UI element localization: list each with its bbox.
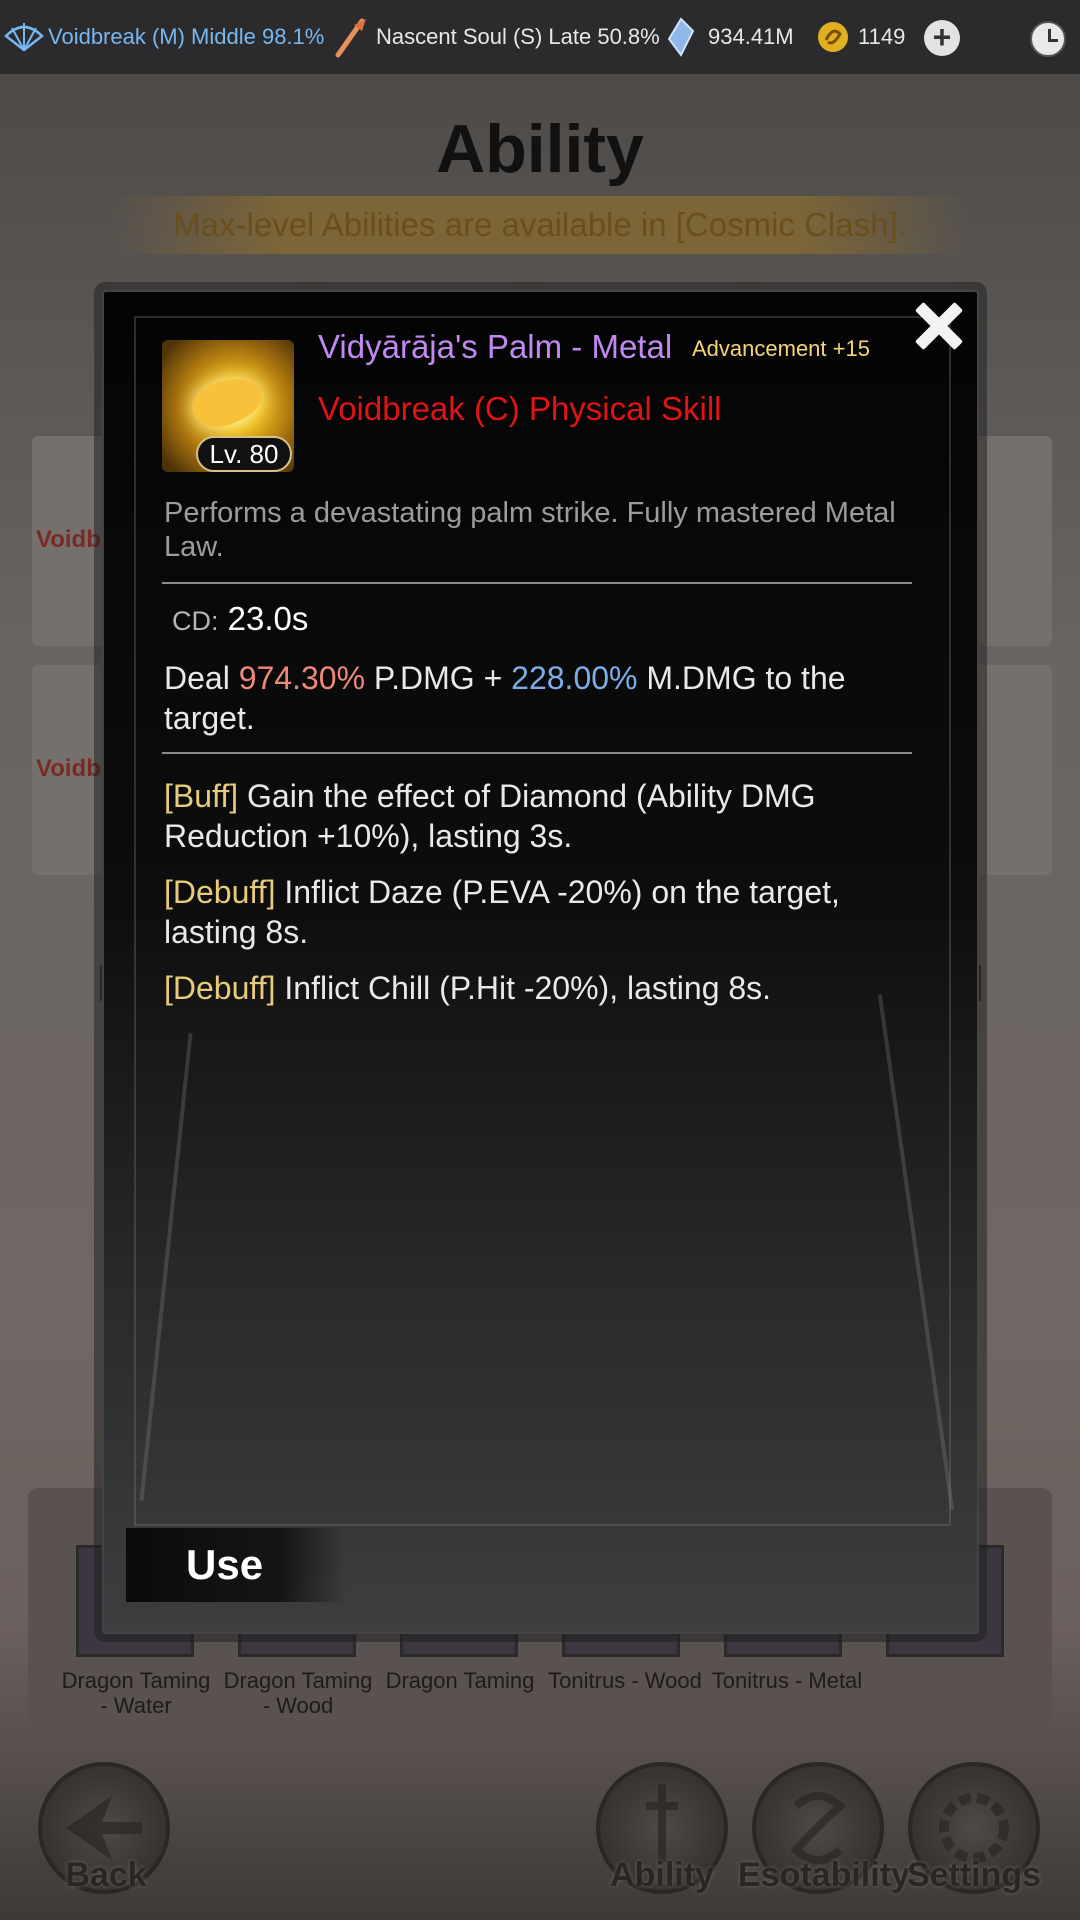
pdmg-label: P.DMG + <box>373 660 503 696</box>
top-status-bar: Voidbreak (M) Middle 98.1% Nascent Soul … <box>0 0 1080 74</box>
cooldown-value: 23.0s <box>227 600 309 637</box>
crystal-balance: 934.41M <box>666 0 794 74</box>
effect-tag: [Debuff] <box>164 970 276 1006</box>
page-title: Ability <box>436 111 644 187</box>
skill-description: Performs a devastating palm strike. Full… <box>164 497 896 563</box>
deal-prefix: Deal <box>164 660 230 696</box>
divider <box>162 752 912 754</box>
sword-icon <box>335 18 366 58</box>
card-label: Voidb <box>36 755 101 782</box>
crystal-amount: 934.41M <box>708 24 794 49</box>
settings-nav-label: Settings <box>906 1856 1042 1894</box>
palm-icon <box>185 367 269 437</box>
coin-icon <box>818 22 848 52</box>
effect-line: [Debuff] Inflict Chill (P.Hit -20%), las… <box>164 968 924 1008</box>
mdmg-value: 228.00% <box>511 660 638 696</box>
effect-tag: [Buff] <box>164 778 239 814</box>
divider <box>162 582 912 584</box>
advancement-label: Advancement +15 <box>692 336 870 361</box>
crystal-icon <box>667 17 695 57</box>
realm-text: Voidbreak (M) Middle 98.1% <box>48 24 325 49</box>
slot-label: Dragon Taming <box>385 1668 535 1693</box>
effect-text: Gain the effect of Diamond (Ability DMG … <box>164 778 816 854</box>
add-currency-button[interactable]: + <box>924 20 960 56</box>
soul-status: Nascent Soul (S) Late 50.8% <box>332 0 660 74</box>
skill-name: Vidyārāja's Palm - Metal <box>318 328 673 365</box>
coin-balance: 1149 <box>816 0 905 74</box>
use-button[interactable]: Use <box>126 1528 346 1602</box>
effect-tag: [Debuff] <box>164 874 276 910</box>
slot-label: Tonitrus - Wood <box>548 1668 702 1693</box>
close-button[interactable] <box>913 300 963 350</box>
slot-label: Tonitrus - Metal <box>711 1668 863 1693</box>
coin-amount: 1149 <box>858 24 906 49</box>
fan-icon <box>4 23 44 52</box>
card-label: Voidb <box>36 526 101 553</box>
soul-text: Nascent Soul (S) Late 50.8% <box>376 24 660 49</box>
esotability-nav-label: Esotability <box>738 1856 910 1894</box>
skill-detail-modal <box>102 290 979 1634</box>
info-banner: Max-level Abilities are available in [Co… <box>110 196 970 254</box>
damage-line: Deal 974.30% P.DMG + 228.00% M.DMG to th… <box>164 658 924 738</box>
pdmg-value: 974.30% <box>238 660 366 696</box>
effect-line: [Debuff] Inflict Daze (P.EVA -20%) on th… <box>164 872 924 952</box>
ability-nav-label: Ability <box>610 1856 714 1894</box>
effect-line: [Buff] Gain the effect of Diamond (Abili… <box>164 776 924 856</box>
effect-text: Inflict Chill (P.Hit -20%), lasting 8s. <box>284 970 772 1006</box>
game-screen: { "topbar": { "realm": "Voidbreak (M) Mi… <box>0 0 1080 1920</box>
level-badge: Lv. 80 <box>196 436 292 472</box>
clock-icon[interactable] <box>1030 21 1066 57</box>
cooldown-label: CD: <box>172 606 219 636</box>
back-label: Back <box>65 1856 147 1894</box>
slot-label: Dragon Taming - Water <box>61 1668 211 1718</box>
cooldown: CD: 23.0s <box>172 600 308 638</box>
slot-label: Dragon Taming - Wood <box>223 1668 373 1718</box>
skill-type: Voidbreak (C) Physical Skill <box>318 390 722 427</box>
realm-status: Voidbreak (M) Middle 98.1% <box>4 0 324 74</box>
